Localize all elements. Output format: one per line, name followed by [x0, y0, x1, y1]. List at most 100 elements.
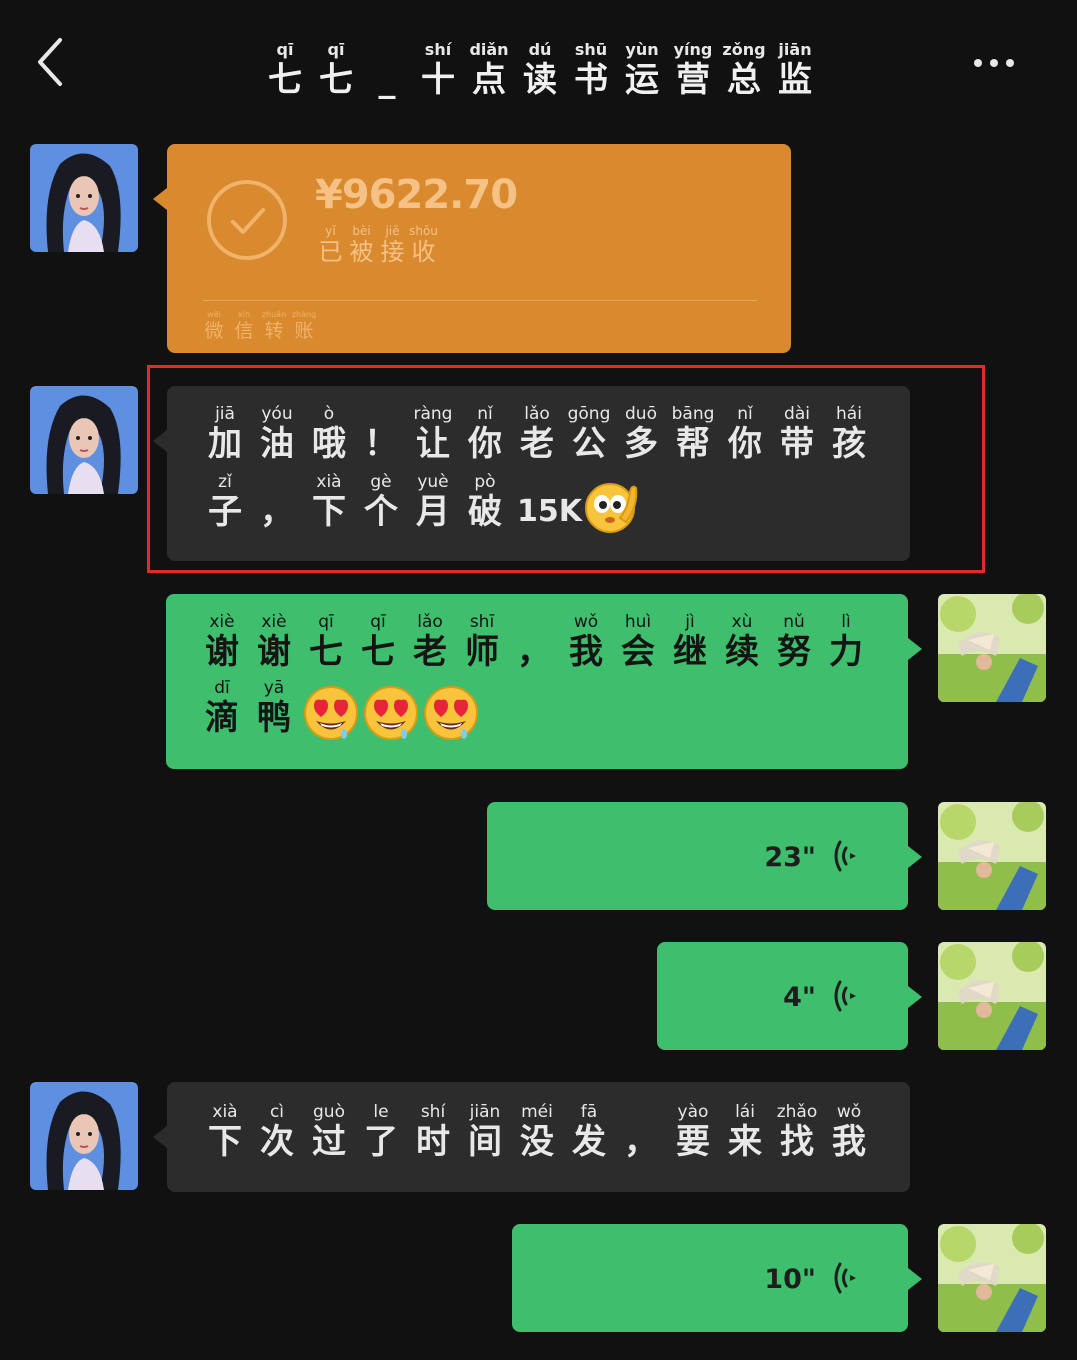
my-avatar[interactable]	[938, 802, 1046, 910]
hanzi: 点	[472, 60, 506, 100]
transfer-amount: ¥9622.70	[315, 172, 518, 218]
pinyin: qī	[327, 40, 345, 59]
more-button[interactable]	[970, 48, 1034, 78]
pinyin-char: xìn 信	[229, 310, 259, 342]
pinyin-char: shí 十	[413, 40, 464, 100]
pinyin: gōng	[567, 404, 611, 424]
pinyin: jiān	[469, 1102, 501, 1122]
pinyin: xiè	[261, 612, 287, 632]
pinyin-char: guò 过	[303, 1102, 355, 1162]
pinyin: bèi	[352, 224, 371, 238]
pinyin-char: yǐ 已	[315, 224, 346, 266]
pinyin: jì	[685, 612, 695, 632]
voice-message[interactable]: 4"	[657, 942, 922, 1050]
pinyin-char: nǐ 你	[719, 404, 771, 464]
hanzi: 让	[416, 424, 450, 464]
message-bubble-outgoing[interactable]: xiè 谢 xiè 谢 qī 七 qī 七 lǎo 老 shī 师， wǒ 我 huì 会 jì 继 xù 续 nǔ 努 l…	[166, 594, 922, 769]
voice-duration: 4"	[783, 982, 816, 1013]
hanzi: 滴	[205, 698, 239, 738]
heart-eyes-emoji-icon	[364, 686, 418, 740]
pinyin: jiā	[215, 404, 235, 424]
pinyin: lái	[735, 1102, 755, 1122]
pinyin-char: jiān 间	[459, 1102, 511, 1162]
pinyin-char: fā 发	[563, 1102, 615, 1162]
pinyin: méi	[521, 1102, 553, 1122]
pinyin-char: xiè 谢	[248, 612, 300, 672]
my-avatar[interactable]	[938, 594, 1046, 702]
pinyin-char: huì 会	[612, 612, 664, 672]
pinyin: shí	[424, 40, 452, 59]
hanzi: 已	[318, 238, 343, 266]
pinyin-char: lǎo 老	[404, 612, 456, 672]
pinyin-char: yùn 运	[617, 40, 668, 100]
pinyin: jiān	[778, 40, 812, 59]
hanzi: 接	[380, 238, 405, 266]
pinyin: xià	[316, 472, 342, 492]
pinyin-char: zhàng 账	[289, 310, 319, 342]
pinyin: zhuǎn	[261, 310, 287, 319]
hanzi: 转	[264, 320, 284, 342]
pinyin: guò	[313, 1102, 345, 1122]
contact-avatar[interactable]	[30, 144, 138, 252]
hanzi: 公	[572, 424, 606, 464]
heart-eyes-emoji-icon	[424, 686, 478, 740]
hanzi: 师	[465, 632, 499, 672]
my-avatar[interactable]	[938, 942, 1046, 1050]
hanzi: 账	[294, 320, 314, 342]
hanzi: 时	[416, 1122, 450, 1162]
chat-title: qī 七 qī 七 _ shí 十 diǎn 点 dú 读 shū 书 yùn 运 yíng 营 zǒng 总 jiā…	[240, 30, 840, 100]
hanzi: 谢	[205, 632, 239, 672]
pinyin: hái	[836, 404, 862, 424]
hanzi: 帮	[676, 424, 710, 464]
pinyin-char: wǒ 我	[560, 612, 612, 672]
check-circle-icon	[207, 180, 287, 260]
hanzi: 七	[319, 60, 353, 100]
hanzi: 老	[413, 632, 447, 672]
contact-avatar[interactable]	[30, 386, 138, 494]
pinyin: fā	[580, 1102, 598, 1122]
contact-avatar[interactable]	[30, 1082, 138, 1190]
transfer-card[interactable]: ¥9622.70 yǐ 已 bèi 被 jiē 接 shōu 收 wēi 微 xìn 信 zhuǎn 转…	[153, 144, 791, 353]
pinyin: dī	[214, 678, 230, 698]
hanzi: 读	[523, 60, 557, 100]
hanzi: 监	[778, 60, 812, 100]
hanzi: 个	[364, 492, 398, 532]
hanzi: 孩	[832, 424, 866, 464]
back-button[interactable]	[30, 34, 70, 90]
pinyin: yuè	[417, 472, 449, 492]
pinyin-char: qī 七	[300, 612, 352, 672]
pinyin: yǐ	[325, 224, 336, 238]
message-text: xià 下 cì 次 guò 过 le 了 shí 时 jiān 间 méi 没 fā 发， yào 要 lái 来 z…	[199, 1098, 875, 1162]
pinyin-char: shōu 收	[408, 224, 439, 266]
pinyin-char: qī 七	[311, 40, 362, 100]
message-bubble-incoming[interactable]: xià 下 cì 次 guò 过 le 了 shí 时 jiān 间 méi 没 fā 发， yào 要 lái 来 z…	[153, 1082, 910, 1192]
message-bubble-incoming[interactable]: jiā 加 yóu 油 ò 哦！ ràng 让 nǐ 你 lǎo 老 gōng 公 duō 多 bāng 帮 nǐ 你…	[153, 386, 910, 561]
pinyin-char: zhuǎn 转	[259, 310, 289, 342]
pinyin-char: xià 下	[303, 472, 355, 532]
reading-person-avatar-icon	[938, 594, 1046, 702]
pinyin: nǐ	[737, 404, 753, 424]
hanzi: 信	[234, 320, 254, 342]
pinyin-char: hái 孩	[823, 404, 875, 464]
pinyin-char: ，	[251, 472, 303, 532]
pinyin-char: xù 续	[716, 612, 768, 672]
pinyin-char: jì 继	[664, 612, 716, 672]
pinyin: xià	[212, 1102, 238, 1122]
pinyin: dài	[784, 404, 810, 424]
pinyin: xiè	[209, 612, 235, 632]
hanzi: 续	[725, 632, 759, 672]
hanzi: 过	[312, 1122, 346, 1162]
voice-wave-icon	[834, 840, 856, 872]
pinyin-char: cì 次	[251, 1102, 303, 1162]
voice-message[interactable]: 23"	[487, 802, 922, 910]
hanzi: 微	[204, 320, 224, 342]
pinyin: qī	[276, 40, 294, 59]
voice-message[interactable]: 10"	[512, 1224, 922, 1332]
pinyin-char: gè 个	[355, 472, 407, 532]
more-dots-icon	[974, 59, 982, 67]
woman-portrait-avatar-icon	[30, 1082, 138, 1190]
hanzi: 下	[312, 492, 346, 532]
my-avatar[interactable]	[938, 1224, 1046, 1332]
pinyin-char: yào 要	[667, 1102, 719, 1162]
pinyin-char: ，	[615, 1102, 667, 1162]
